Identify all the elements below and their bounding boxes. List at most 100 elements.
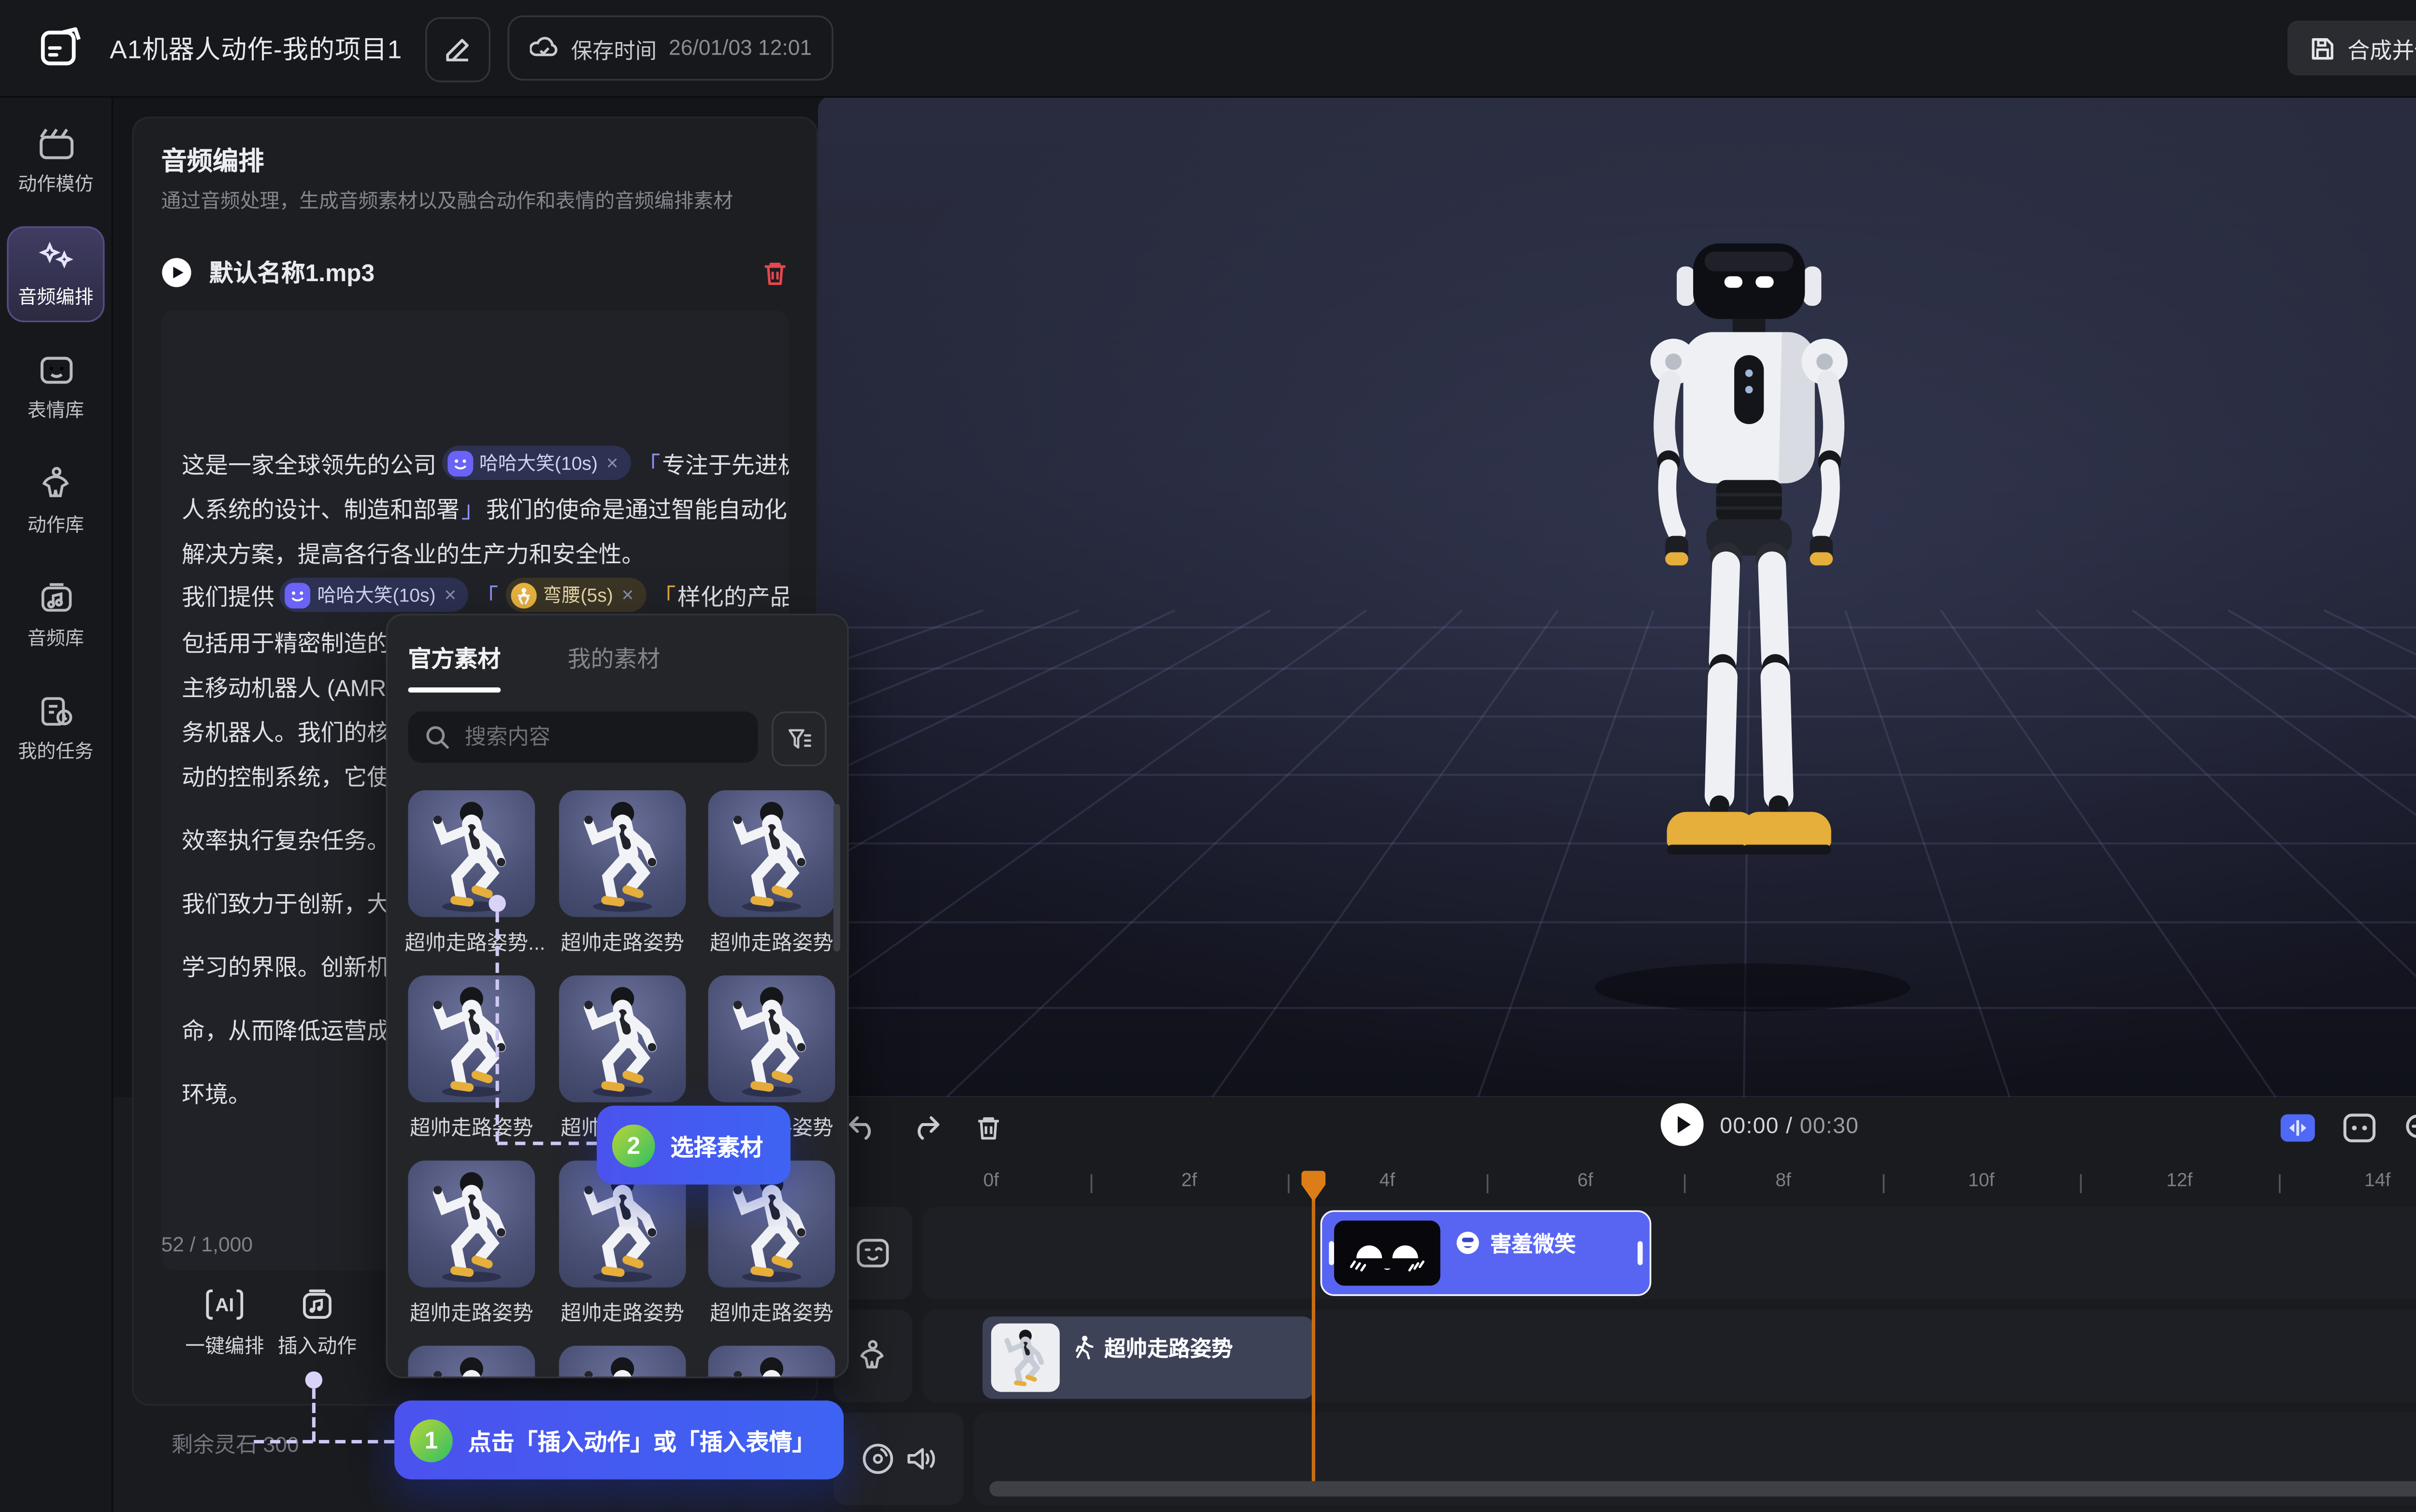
material-grid: 超帅走路姿势...超帅走路姿势超帅走路姿势超帅走路姿势超帅走路姿势超帅走路姿势超… bbox=[388, 615, 847, 1377]
playhead-pin[interactable] bbox=[1300, 1169, 1327, 1203]
script-line: 效率执行复杂任务。 bbox=[182, 819, 390, 857]
gauge-icon bbox=[860, 1441, 894, 1476]
script-line: 环境。 bbox=[182, 1073, 251, 1111]
expression-tag-chip[interactable]: 哈哈大笑(10s)× bbox=[279, 578, 468, 612]
material-item[interactable] bbox=[408, 975, 535, 1102]
remove-tag-icon[interactable]: × bbox=[606, 451, 618, 475]
audio-file-row: 默认名称1.mp3 bbox=[161, 249, 789, 297]
expression-clip[interactable]: 害羞微笑 bbox=[1320, 1210, 1651, 1296]
zoom-out-button[interactable] bbox=[2397, 1106, 2416, 1150]
material-item-label: 超帅走路姿势 bbox=[705, 927, 839, 956]
script-line: 命，从而降低运营成 bbox=[182, 1010, 390, 1047]
sidebar-item-motion-mimic[interactable]: 动作模仿 bbox=[7, 113, 104, 209]
insert-motion-label: 插入动作 bbox=[278, 1332, 357, 1359]
material-robot-thumbnail bbox=[708, 975, 835, 1102]
clip-right-handle[interactable] bbox=[1638, 1241, 1643, 1265]
3d-viewport[interactable]: Z X Y bbox=[818, 96, 2416, 1097]
wink-face-icon bbox=[856, 1236, 890, 1270]
motion-tag-chip[interactable]: 弯腰(5s)× bbox=[505, 578, 646, 612]
panel-title: 音频编排 bbox=[161, 143, 264, 179]
material-item[interactable] bbox=[408, 1346, 535, 1378]
music-box-icon bbox=[300, 1287, 334, 1322]
redo-icon bbox=[919, 1118, 938, 1139]
timeline-hscrollbar[interactable] bbox=[990, 1481, 2416, 1497]
ruler-label: 14f bbox=[2364, 1171, 2390, 1192]
material-item[interactable] bbox=[559, 790, 686, 917]
app-logo bbox=[38, 24, 86, 72]
delete-clip-button[interactable] bbox=[965, 1106, 1010, 1150]
panel-subtitle: 通过音频处理，生成音频素材以及融合动作和表情的音频编排素材 bbox=[161, 187, 733, 214]
synthesize-save-button[interactable]: 合成并保存 bbox=[2287, 21, 2416, 76]
pencil-icon bbox=[444, 36, 472, 64]
material-item[interactable] bbox=[408, 1160, 535, 1287]
tutorial-step2-tooltip: 2 选择素材 bbox=[597, 1106, 791, 1184]
floppy-icon bbox=[2310, 35, 2335, 61]
remove-tag-icon[interactable]: × bbox=[622, 583, 634, 607]
rename-button[interactable] bbox=[425, 17, 490, 82]
ruler-label: 6f bbox=[1577, 1171, 1593, 1192]
topbar: A1机器人动作-我的项目1 保存时间 26/01/03 12:01 合成并保存 bbox=[0, 0, 2416, 98]
audio-track-header[interactable] bbox=[834, 1412, 964, 1505]
material-item[interactable] bbox=[559, 1346, 686, 1378]
popup-scrollbar[interactable] bbox=[834, 804, 840, 951]
audio-file-name: 默认名称1.mp3 bbox=[209, 256, 744, 290]
keyframe-view-button[interactable] bbox=[2337, 1106, 2382, 1150]
material-robot-thumbnail bbox=[408, 975, 535, 1102]
ruler-tick bbox=[1288, 1174, 1290, 1193]
guide1-hline bbox=[254, 1440, 394, 1443]
save-time-value: 26/01/03 12:01 bbox=[669, 36, 812, 60]
ruler-tick bbox=[1090, 1174, 1092, 1193]
material-item[interactable] bbox=[408, 790, 535, 917]
one-click-arrange-label: 一键编排 bbox=[185, 1332, 264, 1359]
material-robot-thumbnail bbox=[708, 790, 835, 917]
script-line: 我们致力于创新，大 bbox=[182, 883, 390, 921]
sidebar-item-my-tasks[interactable]: 我的任务 bbox=[7, 681, 104, 777]
step2-text: 选择素材 bbox=[671, 1128, 763, 1162]
sidebar-item-audio-lib[interactable]: 音频库 bbox=[7, 568, 104, 664]
app-window: Z X Y A1机器人动作-我的项目1 保存时间 26 bbox=[0, 0, 2416, 1512]
material-item[interactable] bbox=[708, 1346, 835, 1378]
time-current: 00:00 bbox=[1720, 1113, 1779, 1138]
script-line: 学习的界限。创新机 bbox=[182, 946, 390, 984]
sidebar-item-audio-arrange[interactable]: 音频编排 bbox=[7, 226, 104, 322]
sidebar-item-label: 动作库 bbox=[28, 511, 84, 539]
ruler-label: 0f bbox=[983, 1171, 999, 1192]
ruler-tick bbox=[1684, 1174, 1686, 1193]
remove-tag-icon[interactable]: × bbox=[444, 583, 456, 607]
expression-tag-chip[interactable]: 哈哈大笑(10s)× bbox=[442, 446, 631, 480]
purple-bracket: 」 bbox=[461, 490, 485, 525]
material-picker-popup: 官方素材 我的素材 超帅走路姿势...超帅走路姿势超帅走路姿势超帅走路姿势超帅走… bbox=[386, 613, 848, 1378]
delete-audio-icon[interactable] bbox=[762, 258, 789, 287]
ruler-tick bbox=[2278, 1174, 2280, 1193]
play-audio-icon[interactable] bbox=[161, 257, 192, 288]
material-robot-thumbnail bbox=[559, 975, 686, 1102]
speaker-icon bbox=[905, 1443, 937, 1474]
material-item[interactable] bbox=[708, 975, 835, 1102]
time-display: 00:00 / 00:30 bbox=[1720, 1113, 1859, 1138]
ruler-label: 4f bbox=[1380, 1171, 1395, 1192]
expression-track-lane[interactable] bbox=[922, 1207, 2416, 1299]
script-line: 人系统的设计、制造和部署」我们的使命是通过智能自动化 bbox=[182, 488, 787, 526]
walking-person-icon bbox=[1073, 1335, 1094, 1359]
redo-button[interactable] bbox=[904, 1106, 948, 1150]
fit-timeline-button[interactable] bbox=[2275, 1106, 2320, 1150]
clip-left-handle[interactable] bbox=[1329, 1241, 1334, 1265]
material-item[interactable] bbox=[559, 975, 686, 1102]
purple-bracket: 「 bbox=[475, 578, 498, 612]
expression-clip-label: 害羞微笑 bbox=[1490, 1226, 1576, 1258]
guide1-dot bbox=[305, 1371, 322, 1388]
ruler-tick bbox=[2080, 1174, 2082, 1193]
sidebar-item-label: 动作模仿 bbox=[18, 170, 93, 197]
smiley-icon bbox=[1456, 1230, 1480, 1254]
motion-clip[interactable]: 超帅走路姿势 bbox=[982, 1316, 1313, 1398]
sidebar-item-label: 音频编排 bbox=[18, 283, 93, 311]
expression-tag-icon bbox=[285, 582, 310, 608]
audio-lib-icon bbox=[37, 581, 74, 615]
play-button[interactable] bbox=[1660, 1102, 1704, 1147]
ruler-label: 10f bbox=[1968, 1171, 1994, 1192]
sidebar-item-expression-lib[interactable]: 表情库 bbox=[7, 340, 104, 436]
sidebar-item-motion-lib[interactable]: 动作库 bbox=[7, 453, 104, 550]
expression-lib-icon bbox=[37, 353, 74, 387]
material-item[interactable] bbox=[708, 790, 835, 917]
insert-motion-button[interactable]: 插入动作 bbox=[257, 1287, 377, 1359]
